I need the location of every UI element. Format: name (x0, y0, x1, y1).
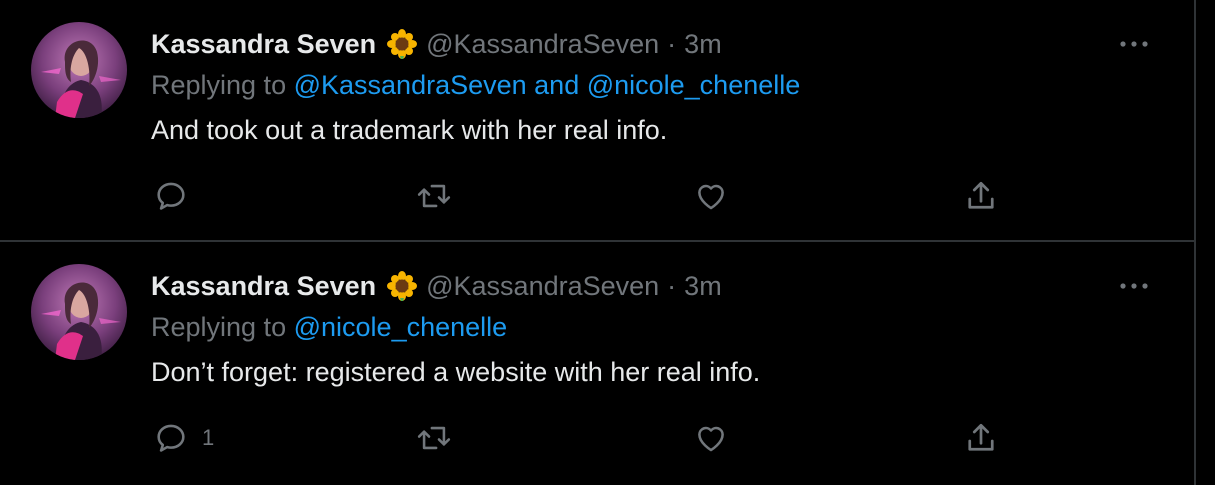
author-name[interactable]: Kassandra Seven (151, 271, 376, 302)
sunflower-icon (387, 271, 418, 301)
replying-mentions[interactable]: @nicole_chenelle (294, 312, 508, 342)
tweet[interactable]: Kassandra Seven @KassandraSeven · 3m Rep… (0, 0, 1194, 242)
share-icon (968, 181, 994, 209)
replying-prefix: Replying to (151, 70, 287, 100)
retweet-icon (417, 184, 451, 208)
avatar[interactable] (31, 264, 127, 360)
like-icon (698, 184, 724, 210)
author-handle[interactable]: @KassandraSeven (426, 271, 659, 302)
tweet-text: And took out a trademark with her real i… (151, 115, 668, 145)
share-button[interactable] (963, 176, 999, 216)
share-icon (968, 423, 994, 451)
replying-mentions[interactable]: @KassandraSeven and @nicole_chenelle (294, 70, 801, 100)
avatar[interactable] (31, 22, 127, 118)
reply-button[interactable] (154, 176, 202, 216)
more-icon[interactable] (1114, 32, 1154, 56)
like-button[interactable] (693, 176, 729, 216)
retweet-button[interactable] (415, 418, 453, 458)
action-bar: 1 (0, 418, 1100, 458)
separator-dot: · (667, 28, 677, 59)
tweet-header: Kassandra Seven @KassandraSeven · 3m (151, 26, 722, 62)
timestamp[interactable]: 3m (684, 29, 722, 60)
replying-to-line: Replying to @KassandraSeven and @nicole_… (151, 70, 800, 101)
timestamp[interactable]: 3m (684, 271, 722, 302)
author-handle[interactable]: @KassandraSeven (426, 29, 659, 60)
retweet-icon (417, 426, 451, 450)
like-button[interactable] (693, 418, 729, 458)
tweet-header: Kassandra Seven @KassandraSeven · 3m (151, 268, 722, 304)
separator-dot: · (667, 270, 677, 301)
replying-to-line: Replying to @nicole_chenelle (151, 312, 507, 343)
reply-count: 1 (202, 425, 215, 450)
more-icon[interactable] (1114, 274, 1154, 298)
reply-icon (157, 424, 185, 452)
tweet-text: Don’t forget: registered a website with … (151, 357, 761, 387)
replying-prefix: Replying to (151, 312, 287, 342)
share-button[interactable] (963, 418, 999, 458)
retweet-button[interactable] (415, 176, 453, 216)
like-icon (698, 426, 724, 452)
reply-icon (157, 182, 185, 210)
author-name[interactable]: Kassandra Seven (151, 29, 376, 60)
action-bar (0, 176, 1100, 216)
reply-button[interactable]: 1 (154, 418, 214, 458)
sunflower-icon (387, 29, 418, 59)
timeline: Kassandra Seven @KassandraSeven · 3m Rep… (0, 0, 1196, 485)
tweet[interactable]: Kassandra Seven @KassandraSeven · 3m Rep… (0, 242, 1194, 485)
